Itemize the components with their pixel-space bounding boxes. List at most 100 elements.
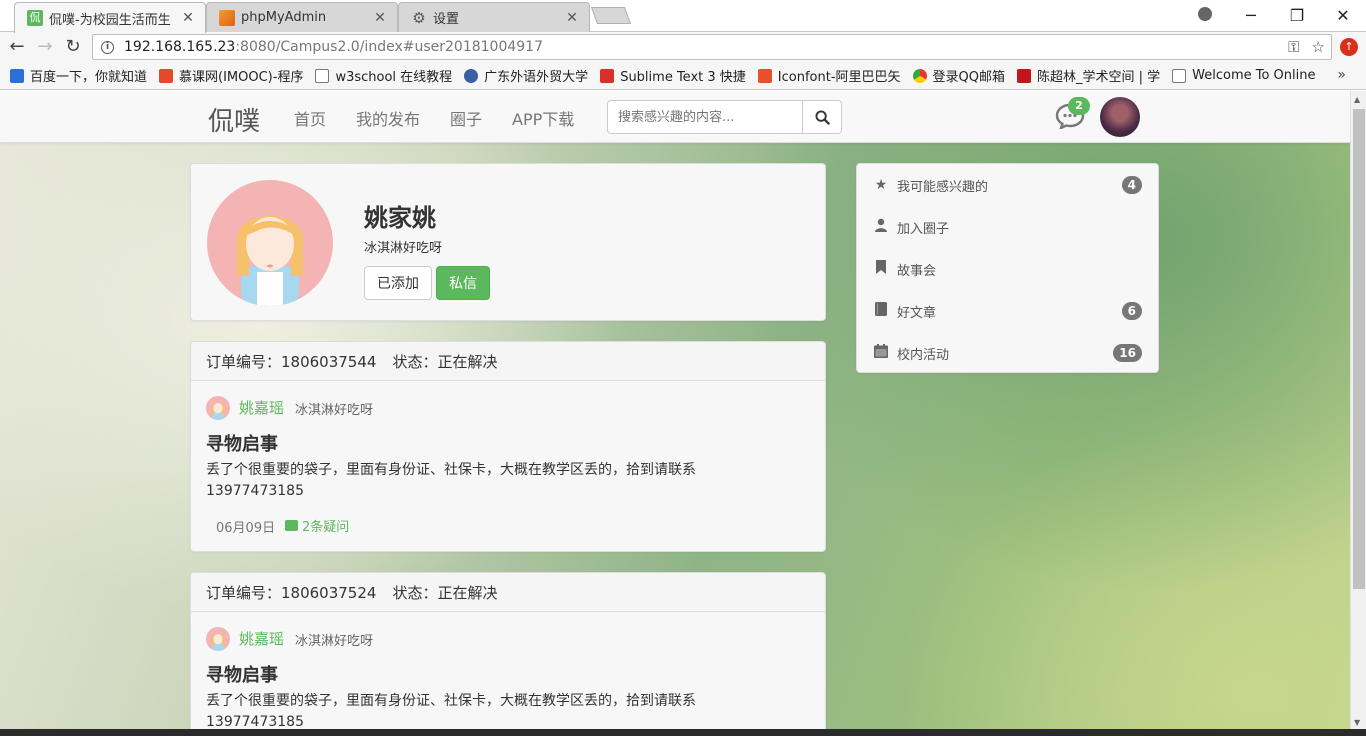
os-taskbar [0,729,1366,736]
post-card: 订单编号：1806037524 状态：正在解决 姚嘉瑶 冰淇淋好吃呀 寻物启事 丢… [190,572,826,736]
author-avatar[interactable] [206,627,230,651]
back-button[interactable]: ← [6,36,28,58]
bookmark-item[interactable]: Sublime Text 3 快捷 [600,66,746,85]
close-window-button[interactable]: ✕ [1320,6,1366,25]
post-title[interactable]: 寻物启事 [206,661,278,687]
count-badge: 16 [1113,344,1142,362]
bookmark-item[interactable]: 陈超林_学术空间 | 学 [1016,66,1161,85]
bookmark-label: 广东外语外贸大学 [484,70,589,85]
added-friend-button[interactable]: 已添加 [364,266,432,300]
bookmark-label: 陈超林_学术空间 | 学 [1036,70,1161,85]
sidebar-item-join-circle[interactable]: 加入圈子 [857,206,1158,248]
site-navbar: 侃噗 首页 我的发布 圈子 APP下载 2 [0,91,1350,143]
info-icon[interactable]: i [101,40,114,54]
bookmarks-bar: 百度一下，你就知道 慕课网(IMOOC)-程序 w3school 在线教程 广东… [0,62,1366,90]
bookmark-item[interactable]: w3school 在线教程 [315,66,452,85]
search-button[interactable] [802,100,842,134]
chrome-icon [912,68,927,83]
profile-icon [1198,6,1212,21]
private-message-button[interactable]: 私信 [436,266,490,300]
bookmark-item[interactable]: 登录QQ邮箱 [912,66,1005,85]
book-icon [873,302,889,320]
post-author-signature: 冰淇淋好吃呀 [295,403,374,418]
sidebar-item-label: 加入圈子 [897,221,950,237]
nav-link-circles[interactable]: 圈子 [450,106,482,130]
university-icon [464,68,479,83]
star-icon: ★ [874,177,888,193]
search-input[interactable] [607,100,803,134]
nav-link-my-posts[interactable]: 我的发布 [356,106,420,130]
order-number: 订单编号：1806037544 [206,353,377,371]
bookmark-item[interactable]: Welcome To Online [1172,68,1316,83]
tab-phpmyadmin[interactable]: phpMyAdmin ✕ [206,2,398,32]
close-icon[interactable]: ✕ [373,10,387,26]
bookmark-item[interactable]: Iconfont-阿里巴巴矢 [757,66,901,85]
new-tab-button[interactable] [590,7,632,24]
profile-card: 姚家姚 冰淇淋好吃呀 已添加 私信 [190,163,826,321]
restore-button[interactable]: ❐ [1274,6,1320,25]
author-avatar[interactable] [206,396,230,420]
order-status: 状态：正在解决 [392,584,498,602]
post-date: 06月09日 [216,521,276,536]
browser-tabstrip: 侃 侃噗-为校园生活而生 ✕ phpMyAdmin ✕ ⚙ 设置 ✕ ─ ❐ ✕ [0,0,1366,33]
post-card: 订单编号：1806037544 状态：正在解决 姚嘉瑶 冰淇淋好吃呀 寻物启事 丢… [190,341,826,552]
close-icon[interactable]: ✕ [565,10,579,26]
sidebar-item-label: 好文章 [897,305,937,321]
girl-avatar-icon [211,633,225,651]
forward-button[interactable]: → [34,36,56,58]
bookmark-item[interactable]: 百度一下，你就知道 [10,66,147,85]
gear-icon: ⚙ [412,8,426,27]
sidebar-item-interests[interactable]: ★ 我可能感兴趣的 4 [857,164,1158,206]
phpmyadmin-favicon-icon [219,9,235,26]
sidebar-item-campus-events[interactable]: 校内活动 16 [857,332,1158,374]
nav-link-home[interactable]: 首页 [294,106,326,130]
sidebar-menu: ★ 我可能感兴趣的 4 加入圈子 故事会 好文章 6 校内活动 16 [856,163,1159,373]
address-bar[interactable]: i 192.168.165.23:8080/Campus2.0/index#us… [92,34,1332,60]
bookmark-item[interactable]: 慕课网(IMOOC)-程序 [159,66,303,85]
sidebar-item-label: 故事会 [897,263,937,279]
calendar-icon [873,344,889,362]
post-comments-link[interactable]: 2条疑问 [285,516,349,535]
extension-icon[interactable]: ↑ [1340,38,1358,56]
tab-campus[interactable]: 侃 侃噗-为校园生活而生 ✕ [14,2,206,33]
profile-button[interactable] [1182,6,1228,25]
post-author-name[interactable]: 姚嘉瑶 [239,397,284,418]
bookmark-icon [873,260,889,278]
count-badge: 4 [1121,176,1142,194]
tab-title: 侃噗-为校园生活而生 [49,12,171,28]
star-bookmark-icon[interactable]: ☆ [1312,38,1325,56]
tab-settings[interactable]: ⚙ 设置 ✕ [398,2,590,32]
post-title[interactable]: 寻物启事 [206,430,278,456]
sidebar-item-label: 我可能感兴趣的 [897,179,989,195]
bookmark-label: w3school 在线教程 [335,70,453,85]
user-avatar[interactable] [1100,97,1140,137]
post-body: 丢了个很重要的袋子，里面有身份证、社保卡，大概在教学区丢的，拾到请联系13977… [206,693,696,730]
profile-signature: 冰淇淋好吃呀 [364,241,443,256]
site-brand[interactable]: 侃噗 [208,101,260,138]
nav-link-app-download[interactable]: APP下载 [512,106,574,130]
comments-count: 2条疑问 [302,520,350,535]
page-viewport: 侃噗 首页 我的发布 圈子 APP下载 2 姚家姚 冰淇淋好吃呀 已添加 私信 [0,91,1350,736]
iconfont-icon [757,68,772,83]
post-author-name[interactable]: 姚嘉瑶 [239,628,284,649]
bookmark-item[interactable]: 广东外语外贸大学 [464,66,588,85]
reload-button[interactable]: ↻ [62,36,84,58]
bookmarks-overflow-button[interactable]: » [1337,67,1346,83]
scroll-down-arrow-icon[interactable]: ▼ [1354,718,1360,727]
search-icon [814,109,830,125]
scholar-icon [1016,68,1031,83]
key-icon[interactable]: ⚿ [1288,38,1299,56]
baidu-icon [10,68,24,83]
minimize-button[interactable]: ─ [1228,6,1274,25]
scrollbar-thumb[interactable] [1353,109,1365,589]
sidebar-item-articles[interactable]: 好文章 6 [857,290,1158,332]
sidebar-item-stories[interactable]: 故事会 [857,248,1158,290]
page-scrollbar[interactable]: ▲ ▼ [1350,91,1366,729]
scroll-up-arrow-icon[interactable]: ▲ [1354,95,1360,104]
bookmark-label: 慕课网(IMOOC)-程序 [179,70,304,85]
tab-title: phpMyAdmin [241,10,327,25]
imooc-icon [159,68,174,83]
close-icon[interactable]: ✕ [181,10,195,26]
post-body: 丢了个很重要的袋子，里面有身份证、社保卡，大概在教学区丢的，拾到请联系13977… [206,462,696,499]
bookmark-label: 百度一下，你就知道 [30,70,148,85]
